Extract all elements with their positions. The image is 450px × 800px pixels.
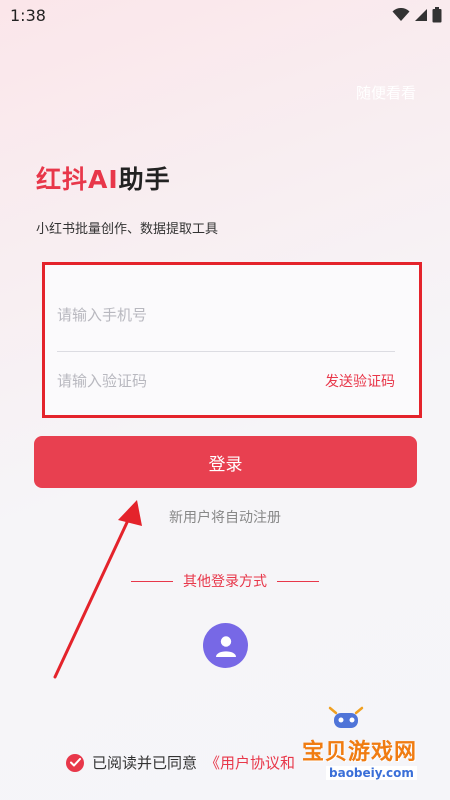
other-login-line-left [131,580,173,582]
agreement-checkbox[interactable] [66,753,84,772]
agreement-text: 已阅读并已同意 [92,754,198,772]
browse-around-link[interactable]: 随便看看 [356,82,416,103]
auto-register-note: 新用户将自动注册 [169,510,281,526]
other-login-section: 其他登录方式 [0,571,450,591]
wifi-icon [392,8,410,21]
phone-field [57,295,395,335]
battery-icon [432,7,442,23]
code-field: 发送验证码 [57,361,395,401]
field-divider [57,351,395,352]
login-form: 发送验证码 [42,262,422,418]
status-bar: 1:38 [0,0,450,32]
user-icon [215,635,236,657]
app-title-suffix: 助手 [118,165,171,194]
status-time: 1:38 [10,6,46,25]
signal-icon [415,9,427,21]
watermark-domain: baobeiy.com [326,766,417,780]
gamepad-logo-icon [328,706,364,728]
phone-input[interactable] [57,306,395,324]
check-icon [69,758,81,767]
send-code-button[interactable]: 发送验证码 [325,371,395,391]
app-subtitle: 小红书批量创作、数据提取工具 [36,222,219,237]
status-icons [392,7,442,23]
guest-login-button[interactable] [203,623,248,668]
app-title: 红抖AI助手 [36,160,171,196]
user-agreement-link[interactable]: 《用户协议和 [205,752,295,773]
app-title-prefix: 红抖AI [36,165,119,194]
login-button[interactable]: 登录 [34,436,417,488]
verification-code-input[interactable] [57,372,325,390]
site-watermark: 宝贝游戏网 baobeiy.com [302,704,450,798]
watermark-name: 宝贝游戏网 [302,740,418,765]
agreement-row: 已阅读并已同意 《用户协议和 [66,752,295,773]
other-login-line-right [277,580,319,582]
other-login-label: 其他登录方式 [183,574,267,590]
